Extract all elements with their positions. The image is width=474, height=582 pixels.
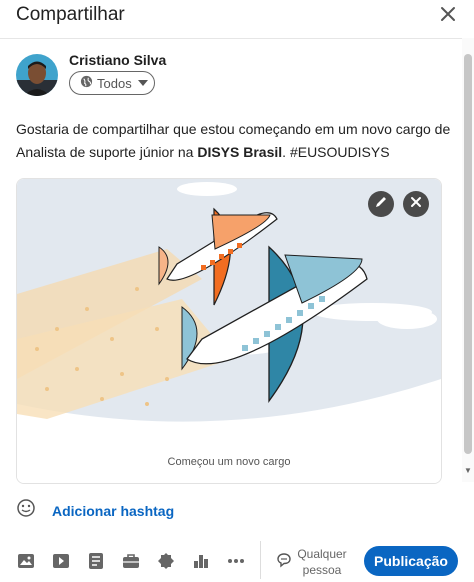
add-hashtag-link[interactable]: Adicionar hashtag <box>52 503 174 519</box>
post-text-hashtag: . #EUSOUDISYS <box>282 144 390 160</box>
publish-button[interactable]: Publicação <box>364 546 458 576</box>
audience-label: Qualquer pessoa <box>296 546 348 578</box>
card-caption: Começou um novo cargo <box>167 456 291 468</box>
close-icon[interactable] <box>438 4 458 24</box>
add-hashtag-row[interactable]: Adicionar hashtag <box>16 498 174 523</box>
remove-button[interactable] <box>403 191 429 217</box>
globe-icon <box>80 75 93 91</box>
speech-bubble-icon <box>276 552 292 573</box>
post-text[interactable]: Gostaria de compartilhar que estou começ… <box>16 118 456 164</box>
visibility-label: Todos <box>97 75 132 91</box>
video-icon[interactable] <box>51 551 71 571</box>
new-position-card: Começou um novo cargo <box>16 178 442 484</box>
briefcase-icon[interactable] <box>121 551 141 571</box>
modal-header: Compartilhar <box>0 0 474 39</box>
scrollbar-thumb[interactable] <box>464 54 472 454</box>
post-company-mention: DISYS Brasil <box>197 144 283 160</box>
toolbar-divider <box>260 541 261 579</box>
more-icon[interactable] <box>226 551 246 571</box>
modal-title: Compartilhar <box>16 4 125 25</box>
comment-audience-button[interactable]: Qualquer pessoa <box>276 546 348 578</box>
visibility-dropdown[interactable]: Todos <box>69 71 155 95</box>
chevron-down-icon <box>137 80 148 86</box>
badge-icon[interactable] <box>156 551 176 571</box>
audience-label-line1: Qualquer <box>297 547 347 561</box>
avatar <box>16 54 58 96</box>
scroll-down-arrow[interactable]: ▼ <box>464 466 472 476</box>
pencil-icon <box>374 195 388 214</box>
author-name: Cristiano Silva <box>69 52 167 68</box>
airplanes-illustration <box>17 179 441 483</box>
edit-button[interactable] <box>368 191 394 217</box>
document-icon[interactable] <box>86 551 106 571</box>
smiley-icon[interactable] <box>16 498 36 523</box>
close-icon <box>410 195 422 213</box>
audience-label-line2: pessoa <box>302 563 342 577</box>
bar-chart-icon[interactable] <box>191 551 211 571</box>
media-toolbar <box>16 546 261 576</box>
image-icon[interactable] <box>16 551 36 571</box>
